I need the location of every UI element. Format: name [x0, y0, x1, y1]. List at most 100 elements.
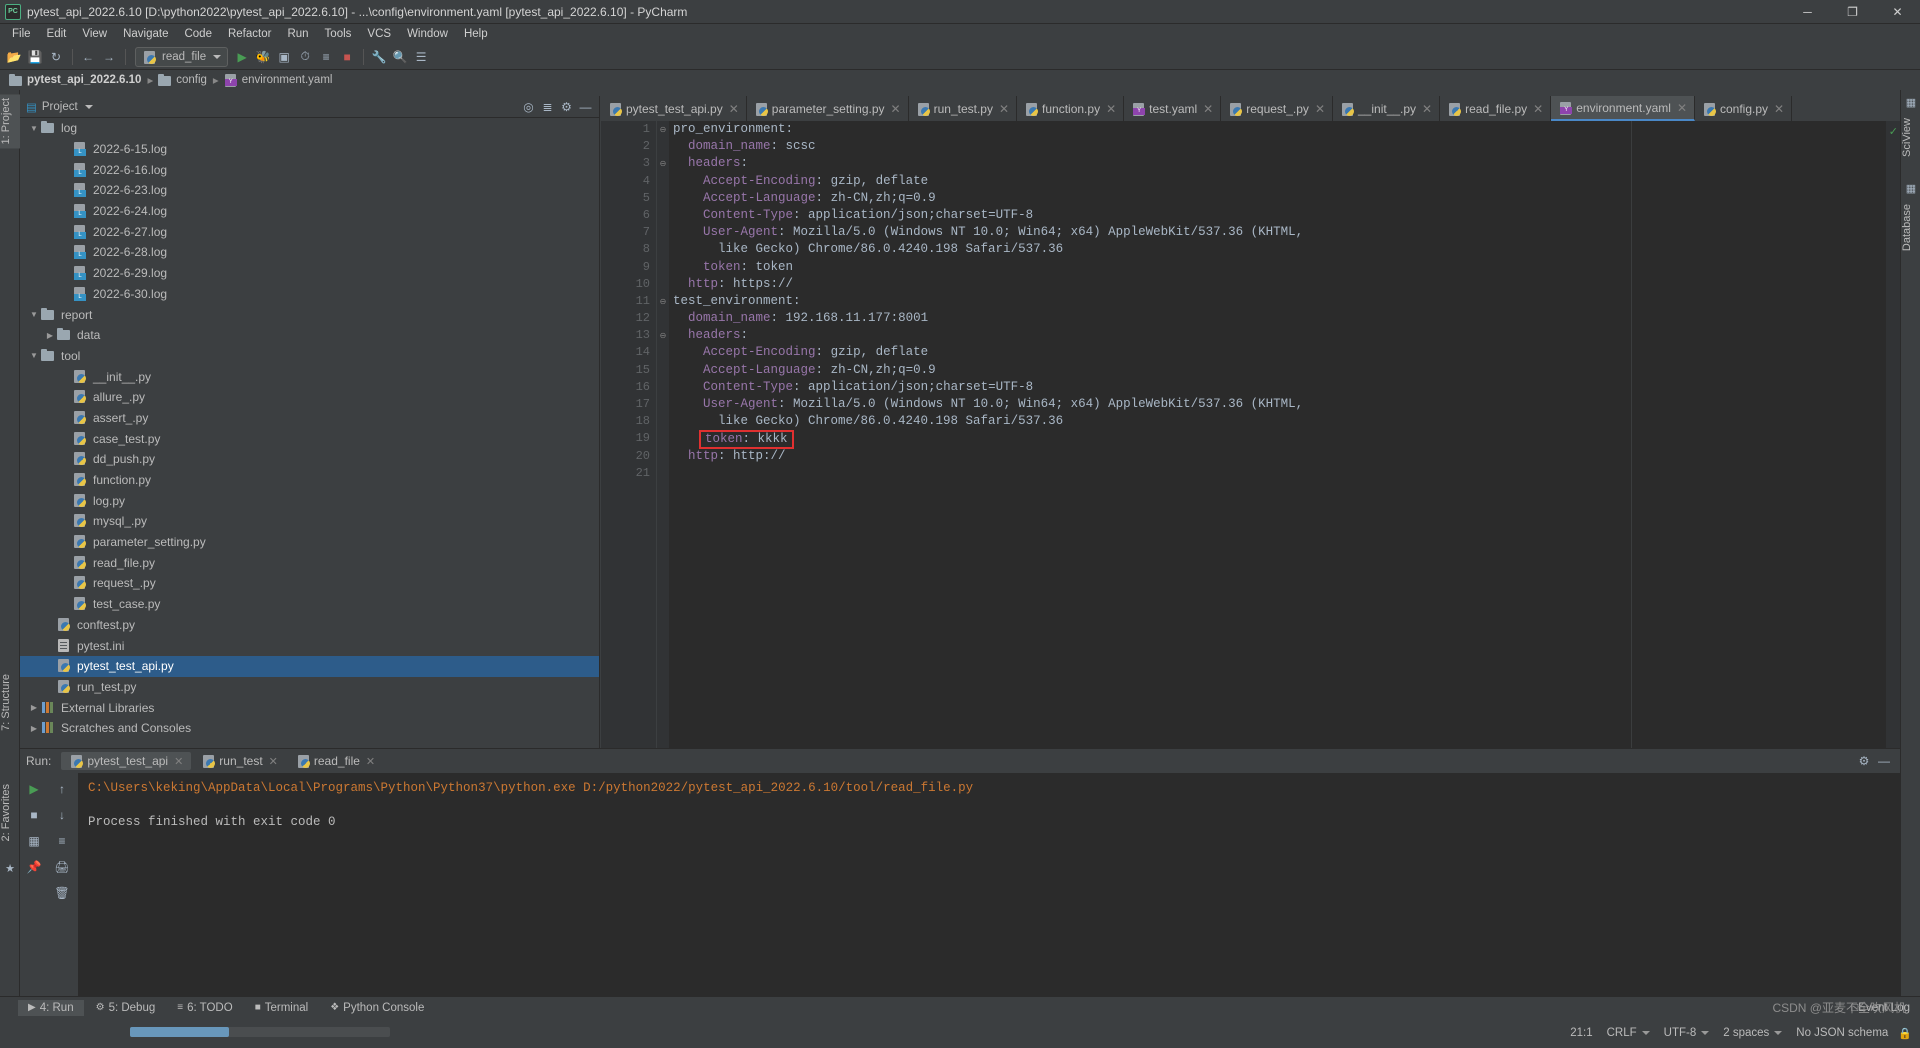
search-icon[interactable]: 🔍: [390, 47, 410, 67]
down-stack-icon[interactable]: ↓: [50, 803, 74, 827]
menu-item-navigate[interactable]: Navigate: [115, 26, 176, 42]
code-line[interactable]: Accept-Encoding: gzip, deflate: [673, 344, 1900, 361]
code-line[interactable]: token: kkkk: [673, 430, 1900, 450]
close-icon[interactable]: ✕: [1422, 103, 1432, 115]
tree-item[interactable]: test_case.py: [20, 594, 599, 615]
settings-icon[interactable]: ⚙: [1854, 752, 1874, 770]
tree-item[interactable]: pytest_test_api.py: [20, 655, 599, 677]
menu-item-edit[interactable]: Edit: [39, 26, 75, 42]
collapse-arrow-icon[interactable]: ▶: [44, 329, 56, 341]
close-icon[interactable]: ✕: [174, 755, 183, 768]
expand-arrow-icon[interactable]: ▼: [28, 122, 40, 134]
close-icon[interactable]: ✕: [1203, 103, 1213, 115]
close-icon[interactable]: ✕: [269, 755, 278, 768]
editor-tab-test-yaml[interactable]: test.yaml ✕: [1124, 96, 1222, 121]
code-line[interactable]: Accept-Language: zh-CN,zh;q=0.9: [673, 362, 1900, 379]
editor-tab-environment-yaml[interactable]: environment.yaml ✕: [1551, 96, 1695, 121]
tree-item[interactable]: ▼ log: [20, 118, 599, 139]
hide-icon[interactable]: —: [1874, 752, 1894, 770]
expand-arrow-icon[interactable]: ▼: [28, 350, 40, 362]
editor-tab-read-file-py[interactable]: read_file.py ✕: [1440, 96, 1552, 121]
tree-item[interactable]: mysql_.py: [20, 511, 599, 532]
code-line[interactable]: http: http://: [673, 448, 1900, 465]
bottom-tab-terminal[interactable]: ■ Terminal: [245, 1000, 319, 1016]
forward-arrow-icon[interactable]: →: [99, 47, 119, 67]
menu-item-run[interactable]: Run: [279, 26, 316, 42]
code-line[interactable]: token: token: [673, 259, 1900, 276]
run-tab-run-test[interactable]: run_test ✕: [193, 752, 286, 770]
soft-wrap-icon[interactable]: ≡: [50, 829, 74, 853]
fold-toggle-icon[interactable]: ⊖: [657, 327, 669, 344]
code-content[interactable]: pro_environment: domain_name: scsc heade…: [669, 121, 1900, 748]
debug-icon[interactable]: 🐝: [253, 47, 273, 67]
breadcrumb-folder[interactable]: config: [157, 73, 207, 87]
bottom-tab-6-todo[interactable]: ≡ 6: TODO: [167, 1000, 242, 1016]
menu-item-refactor[interactable]: Refactor: [220, 26, 279, 42]
close-icon[interactable]: ✕: [1533, 103, 1543, 115]
chevron-down-icon[interactable]: [84, 104, 93, 109]
tree-item[interactable]: ▶ data: [20, 325, 599, 346]
editor-tab-run-test-py[interactable]: run_test.py ✕: [908, 96, 1018, 121]
tree-item[interactable]: run_test.py: [20, 677, 599, 698]
expand-arrow-icon[interactable]: ▼: [28, 309, 40, 321]
line-separator[interactable]: CRLF: [1607, 1027, 1650, 1039]
tree-item[interactable]: 2022-6-15.log: [20, 139, 599, 160]
code-line[interactable]: User-Agent: Mozilla/5.0 (Windows NT 10.0…: [673, 224, 1900, 241]
close-icon[interactable]: ✕: [1106, 103, 1116, 115]
json-schema-selector[interactable]: No JSON schema: [1796, 1027, 1888, 1039]
close-icon[interactable]: ✕: [366, 755, 375, 768]
menu-item-help[interactable]: Help: [456, 26, 496, 42]
tree-item[interactable]: request_.py: [20, 573, 599, 594]
tree-item[interactable]: 2022-6-28.log: [20, 242, 599, 263]
run-tab-read-file[interactable]: read_file ✕: [288, 752, 383, 770]
code-line[interactable]: Content-Type: application/json;charset=U…: [673, 207, 1900, 224]
breadcrumb-file[interactable]: environment.yaml: [223, 73, 332, 87]
editor-tab-pytest-test-api-py[interactable]: pytest_test_api.py ✕: [601, 96, 747, 121]
menu-item-window[interactable]: Window: [399, 26, 456, 42]
code-line[interactable]: domain_name: scsc: [673, 138, 1900, 155]
close-icon[interactable]: ✕: [999, 103, 1009, 115]
tree-item[interactable]: ▶ External Libraries: [20, 697, 599, 718]
menu-item-file[interactable]: File: [4, 26, 39, 42]
sidebar-item-project[interactable]: 1: Project: [0, 94, 20, 149]
tree-item[interactable]: 2022-6-30.log: [20, 284, 599, 305]
code-line[interactable]: [673, 465, 1900, 482]
bottom-tab-5-debug[interactable]: ⚙ 5: Debug: [86, 1000, 166, 1016]
project-tree[interactable]: ▼ log 2022-6-15.log 2022-6-16.log 2022-6-23.…: [20, 118, 599, 748]
sidebar-item-structure[interactable]: 7: Structure: [0, 670, 20, 735]
fold-toggle-icon[interactable]: ⊖: [657, 155, 669, 172]
code-line[interactable]: like Gecko) Chrome/86.0.4240.198 Safari/…: [673, 413, 1900, 430]
sciview-grid-icon[interactable]: ▦: [1903, 94, 1919, 110]
star-icon[interactable]: ★: [2, 860, 18, 876]
sidebar-item-favorites[interactable]: 2: Favorites: [0, 780, 20, 845]
code-line[interactable]: pro_environment:: [673, 121, 1900, 138]
file-encoding[interactable]: UTF-8: [1664, 1027, 1710, 1039]
tree-item[interactable]: __init__.py: [20, 366, 599, 387]
run-configuration-selector[interactable]: read_file: [135, 46, 229, 67]
code-line[interactable]: Accept-Language: zh-CN,zh;q=0.9: [673, 190, 1900, 207]
run-tab-pytest-test-api[interactable]: pytest_test_api ✕: [61, 752, 192, 770]
indent-setting[interactable]: 2 spaces: [1723, 1027, 1783, 1039]
minimize-button[interactable]: ─: [1785, 0, 1830, 24]
fold-toggle-icon[interactable]: ⊖: [657, 293, 669, 310]
tree-item[interactable]: function.py: [20, 470, 599, 491]
tree-item[interactable]: ▶ Scratches and Consoles: [20, 718, 599, 739]
code-folding-column[interactable]: ⊖ ⊖ ⊖ ⊖: [657, 121, 669, 748]
bottom-tab-python-console[interactable]: ❖ Python Console: [320, 1000, 434, 1016]
close-icon[interactable]: ✕: [891, 103, 901, 115]
settings-icon[interactable]: ⚙: [557, 98, 576, 116]
caret-position[interactable]: 21:1: [1570, 1027, 1592, 1039]
menu-item-tools[interactable]: Tools: [317, 26, 360, 42]
rerun-icon[interactable]: ▶: [22, 777, 46, 801]
run-icon[interactable]: ▶: [232, 47, 252, 67]
print-icon[interactable]: 🖨: [50, 855, 74, 879]
close-icon[interactable]: ✕: [1677, 102, 1687, 114]
code-line[interactable]: http: https://: [673, 276, 1900, 293]
breadcrumb-project[interactable]: pytest_api_2022.6.10: [8, 73, 141, 87]
tree-item[interactable]: allure_.py: [20, 387, 599, 408]
tree-item[interactable]: 2022-6-23.log: [20, 180, 599, 201]
hide-icon[interactable]: —: [576, 98, 595, 116]
editor-tab-request-py[interactable]: request_.py ✕: [1221, 96, 1333, 121]
open-folder-icon[interactable]: 📂: [4, 47, 24, 67]
close-icon[interactable]: ✕: [729, 103, 739, 115]
